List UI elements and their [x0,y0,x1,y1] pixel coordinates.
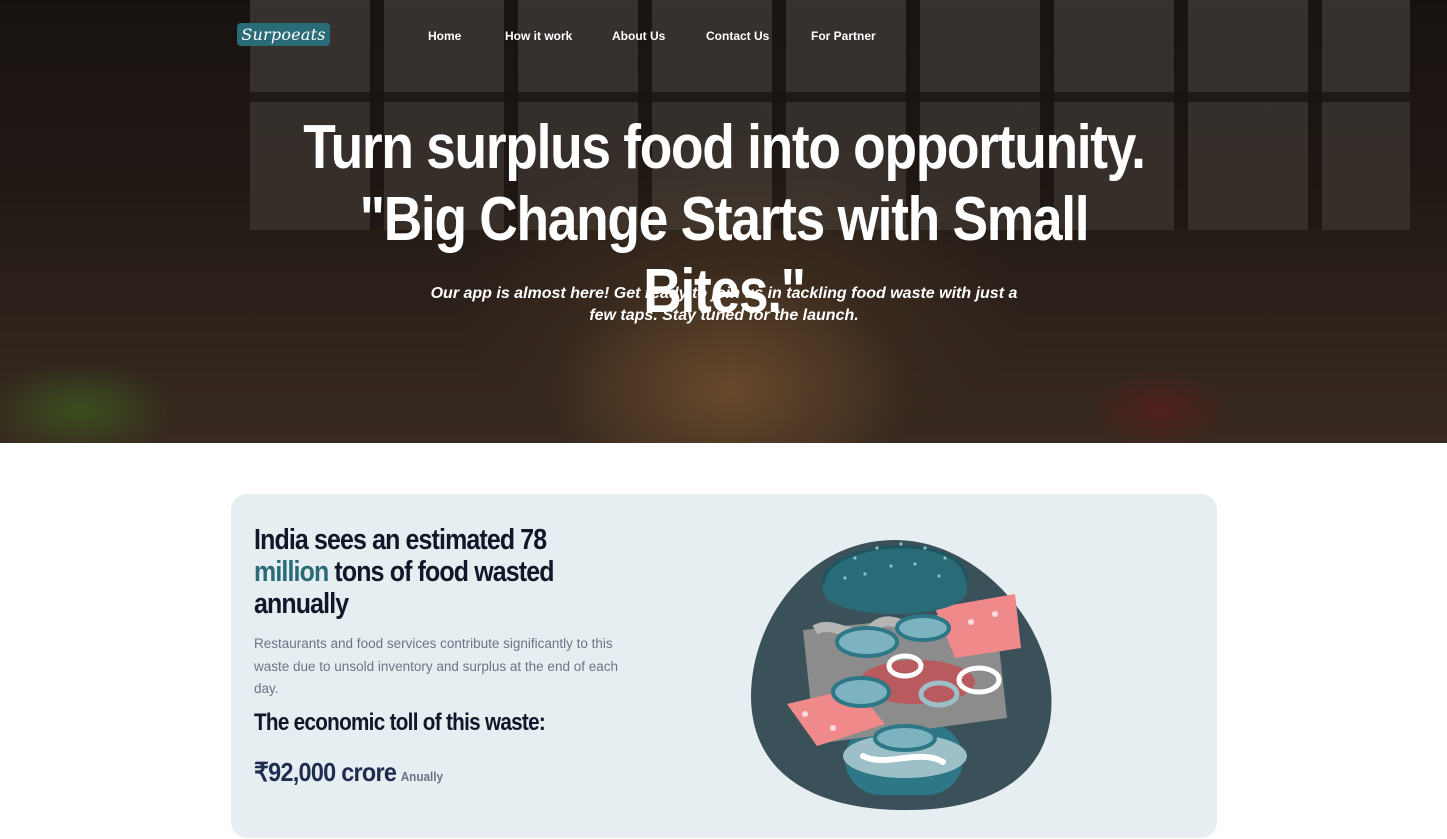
logo[interactable]: Surpoeats [237,23,330,46]
stats-title-pre: India sees an estimated 78 [254,524,547,556]
nav-link-about-us[interactable]: About Us [612,28,665,44]
hero-section: Surpoeats Home How it work About Us Cont… [0,0,1447,443]
economic-toll-value: ₹92,000 crore Anually [254,756,443,788]
nav-link-contact-us[interactable]: Contact Us [706,28,769,44]
stats-description: Restaurants and food services contribute… [254,636,618,696]
nav-link-how-it-work[interactable]: How it work [505,28,572,44]
nav-link-home[interactable]: Home [428,28,461,44]
toll-amount: ₹92,000 crore [254,757,397,787]
hero-subtitle: Our app is almost here! Get ready to joi… [430,285,1018,324]
toll-period: Anually [400,769,443,784]
nav-link-for-partner[interactable]: For Partner [811,28,876,44]
stats-title: India sees an estimated 78 million tons … [254,524,598,620]
stats-title-accent: million [254,556,329,588]
economic-toll-heading: The economic toll of this waste: [254,709,546,736]
exploded-burger-illustration [751,540,1052,811]
